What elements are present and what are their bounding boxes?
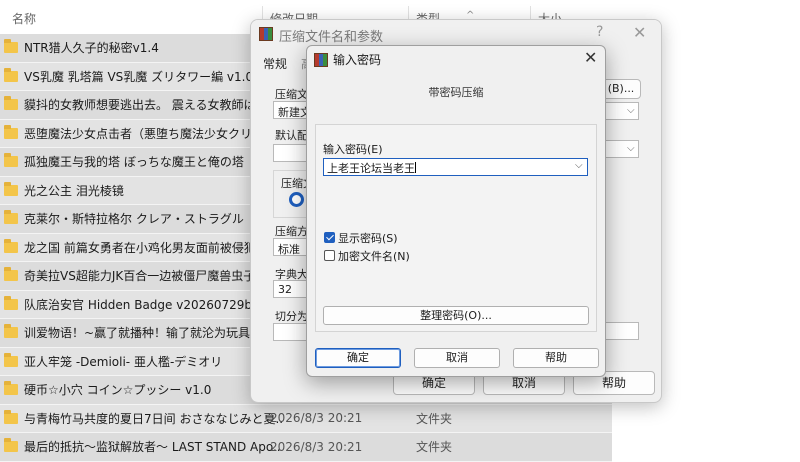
profiles-button[interactable] [273, 144, 309, 162]
cancel-button[interactable]: 取消 [414, 348, 500, 368]
item-name: NTR猎人久子的秘密v1.4 [24, 41, 159, 56]
tab-general[interactable]: 常规 [263, 55, 287, 72]
item-date: 2026/8/3 20:21 [270, 411, 363, 426]
encrypt-filenames-label[interactable]: 加密文件名(N) [338, 248, 410, 264]
dialog-subtitle: 带密码压缩 [428, 86, 484, 99]
item-name: 孤独魔王与我的塔 ぼっちな魔王と俺の塔 [24, 155, 244, 170]
organize-passwords-button[interactable]: 整理密码(O)... [323, 306, 589, 325]
folder-icon [4, 124, 18, 139]
close-icon[interactable]: ✕ [584, 48, 597, 67]
folder-icon [4, 153, 18, 168]
dict-select[interactable]: 32 [273, 280, 309, 298]
item-date: 2026/8/3 20:21 [270, 439, 363, 454]
chevron-down-icon: ⌵ [627, 105, 635, 116]
folder-icon [4, 39, 18, 54]
item-name: 克莱尔・斯特拉格尔 クレア・ストラグル [24, 212, 244, 227]
item-name: 亚人牢笼 -Demioli- 亜人檻-デミオリ [24, 354, 223, 369]
item-name: 龙之国 前篇女勇者在小鸡化男友面前被侵犯的... [24, 240, 280, 255]
ok-button[interactable]: 确定 [315, 348, 401, 368]
password-dialog: 输入密码 ✕ 带密码压缩 输入密码(E) 上老王论坛当老王 ⌵ 显示密码(S) … [306, 45, 606, 377]
radio-rar[interactable] [289, 192, 304, 207]
dialog-title: 压缩文件名和参数 [279, 30, 384, 45]
item-name: 光之公主 泪光棱镜 [24, 183, 124, 198]
folder-icon [4, 352, 18, 367]
item-name: 奇美拉VS超能力JK百合一边被僵尸魔兽虫子侵... [24, 269, 279, 284]
close-icon[interactable]: ✕ [633, 23, 646, 42]
item-name: VS乳魔 乳塔篇 VS乳魔 ズリタワー編 v1.0.0 [24, 69, 265, 84]
password-label: 输入密码(E) [323, 143, 383, 156]
item-name: 貘抖的女教师想要逃出去。 震える女教師は逃... [24, 98, 279, 113]
folder-icon [4, 267, 18, 282]
item-name: 与青梅竹马共度的夏日7日间 おさななじみと夏... [24, 411, 282, 426]
item-type: 文件夹 [416, 411, 453, 426]
folder-icon [4, 409, 18, 424]
folder-icon [4, 67, 18, 82]
list-item[interactable]: 与青梅竹马共度的夏日7日间 おさななじみと夏... 2026/8/3 20:21 文… [0, 404, 612, 433]
folder-icon [4, 438, 18, 453]
method-select[interactable]: 标准 [273, 238, 309, 256]
folder-icon [4, 381, 18, 396]
show-password-label[interactable]: 显示密码(S) [338, 230, 398, 246]
password-input[interactable]: 上老王论坛当老王 [323, 158, 588, 176]
split-input[interactable] [273, 323, 309, 341]
folder-icon [4, 324, 18, 339]
help-button[interactable]: 帮助 [513, 348, 599, 368]
chevron-down-icon: ⌵ [627, 143, 635, 154]
item-name: 恶堕魔法少女点击者（悪堕ち魔法少女クリッカ... [24, 126, 282, 141]
chevron-down-icon[interactable]: ⌵ [575, 160, 583, 171]
winrar-icon [314, 53, 328, 67]
folder-icon [4, 210, 18, 225]
winrar-icon [259, 27, 273, 41]
folder-icon [4, 181, 18, 196]
help-icon[interactable]: ? [596, 24, 603, 40]
item-name: 硬币☆小穴 コイン☆プッシー v1.0 [24, 383, 212, 398]
dialog-title: 输入密码 [333, 53, 382, 67]
encrypt-filenames-checkbox[interactable] [324, 250, 335, 261]
item-name: 训爱物语！~赢了就播种！输了就沦为玩具！与... [24, 326, 282, 341]
browse-button[interactable]: (B)... [601, 79, 641, 99]
text-caret [415, 162, 416, 173]
split-unit-select[interactable] [601, 322, 639, 340]
item-name: 队底治安官 Hidden Badge v20260729b [24, 297, 253, 312]
folder-icon [4, 96, 18, 111]
folder-icon [4, 238, 18, 253]
column-name[interactable]: 名称 [12, 10, 36, 27]
item-type: 文件夹 [416, 440, 453, 455]
show-password-checkbox[interactable] [324, 232, 335, 243]
folder-icon [4, 295, 18, 310]
item-name: 最后的抵抗～监狱解放者～ LAST STAND Apo... [24, 440, 282, 455]
list-item[interactable]: 最后的抵抗～监狱解放者～ LAST STAND Apo... 2026/8/3 2… [0, 433, 612, 462]
password-value: 上老王论坛当老王 [327, 162, 415, 175]
